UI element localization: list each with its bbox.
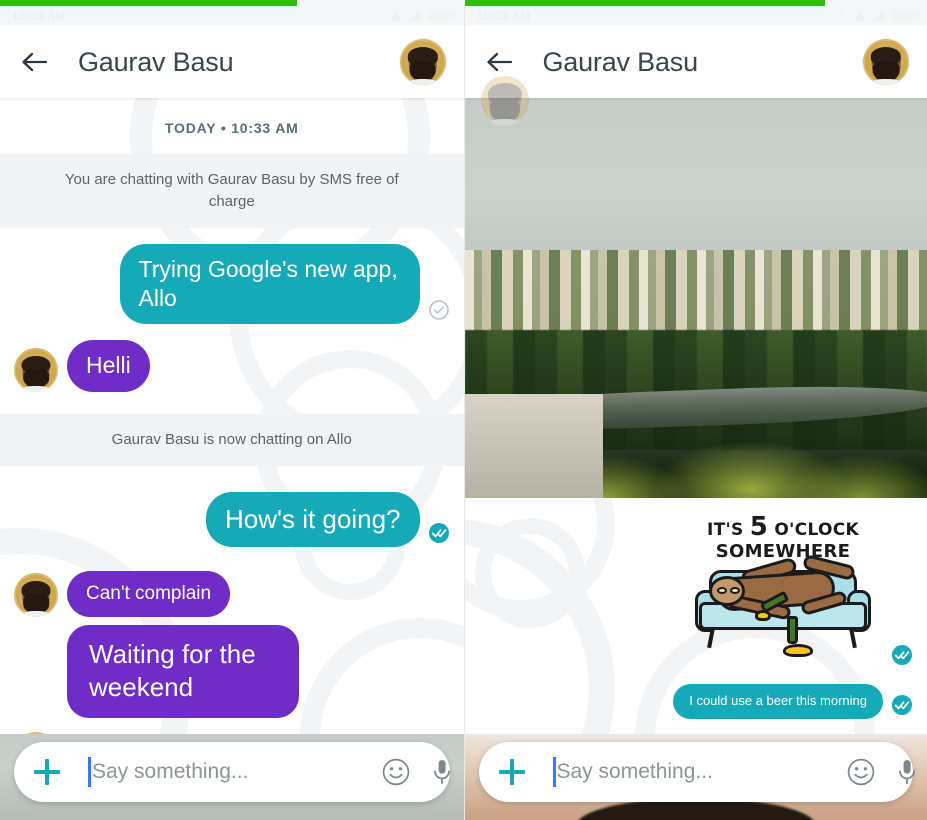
- message-bubble[interactable]: How's it going?: [206, 491, 420, 547]
- message-bubble[interactable]: Helli: [67, 340, 150, 392]
- beer-bottle: [787, 616, 798, 644]
- avatar[interactable]: [399, 39, 446, 85]
- sticker-caption-line2: SOMEWHERE: [715, 541, 851, 562]
- loading-progress-bar-left: [0, 0, 464, 6]
- status-icon-group: ⋮ 100%: [372, 9, 454, 22]
- receipt-delivered-icon: [891, 644, 913, 666]
- system-note-allo: Gaurav Basu is now chatting on Allo: [0, 413, 464, 466]
- message-row-sticker[interactable]: IT'S 5 O'CLOCK SOMEWHERE: [465, 512, 927, 672]
- page-title: Gaurav Basu: [542, 46, 699, 77]
- vibrate-icon: ⋮: [835, 9, 847, 22]
- phone-screen-right: 10:33 AM ⋮ 100% Gaurav Basu IT'S 5 O'CLO…: [464, 0, 927, 820]
- message-bubble[interactable]: I could use a beer this morning: [673, 684, 883, 719]
- conversation-right[interactable]: IT'S 5 O'CLOCK SOMEWHERE I could use a b…: [464, 98, 927, 820]
- status-icon-group: ⋮ 100%: [835, 9, 918, 22]
- conversation-timestamp: TODAY • 10:33 AM: [164, 120, 299, 136]
- sloth-head: [709, 576, 745, 606]
- message-row-outgoing[interactable]: I could use a beer this morning: [465, 684, 927, 719]
- microphone-icon[interactable]: [894, 757, 920, 787]
- page-title: Gaurav Basu: [78, 46, 234, 77]
- message-bubble[interactable]: Can't complain: [67, 570, 231, 618]
- avatar-artwork: [863, 39, 909, 85]
- composer-left: [0, 734, 464, 820]
- status-clock: 10:33 AM: [476, 9, 531, 23]
- photo-attachment[interactable]: [464, 98, 927, 498]
- message-row-incoming[interactable]: Helli: [0, 340, 464, 392]
- signal-icon: [872, 11, 884, 21]
- message-row-outgoing[interactable]: Trying Google's new app, Allo: [0, 243, 464, 325]
- progress-fill: [464, 0, 826, 6]
- composer-bar[interactable]: [478, 742, 915, 802]
- message-row-outgoing[interactable]: How's it going?: [0, 491, 464, 547]
- composer-right: [465, 734, 927, 820]
- sticker-caption: IT'S 5 O'CLOCK SOMEWHERE: [683, 514, 883, 561]
- message-input[interactable]: [556, 760, 828, 784]
- smiley-icon[interactable]: [846, 757, 876, 787]
- avatar[interactable]: [14, 347, 58, 392]
- progress-fill: [0, 0, 297, 6]
- microphone-icon[interactable]: [429, 757, 455, 787]
- status-clock: 10:33 AM: [12, 9, 66, 23]
- battery-icon: 100%: [890, 10, 918, 22]
- phone-screen-left: 10:33 AM ⋮ 100% Gaurav Basu TODAY • 10:3…: [0, 0, 464, 820]
- sticker-caption-number: 5: [749, 512, 769, 542]
- app-bar-right: Gaurav Basu: [464, 26, 927, 126]
- text-cursor: [88, 757, 91, 787]
- avatar[interactable]: [863, 39, 909, 85]
- avatar-artwork: [400, 39, 446, 85]
- wifi-icon: [390, 11, 403, 21]
- avatar[interactable]: [14, 573, 58, 618]
- wifi-icon: [853, 11, 866, 21]
- signal-icon: [409, 11, 421, 21]
- back-arrow-icon[interactable]: [483, 45, 517, 79]
- conversation-left[interactable]: TODAY • 10:33 AM You are chatting with G…: [0, 98, 464, 820]
- beer-spill: [783, 644, 813, 657]
- battery-icon: 100%: [427, 10, 454, 22]
- add-attachment-icon[interactable]: [497, 757, 527, 787]
- smiley-icon[interactable]: [381, 757, 411, 787]
- sticker-caption-pre: IT'S: [707, 520, 744, 540]
- text-cursor: [552, 757, 556, 787]
- system-note-sms: You are chatting with Gaurav Basu by SMS…: [0, 154, 464, 228]
- loading-progress-bar-right: [464, 0, 927, 6]
- sticker-five-oclock[interactable]: IT'S 5 O'CLOCK SOMEWHERE: [683, 512, 883, 672]
- vibrate-icon: ⋮: [372, 9, 384, 22]
- sticker-caption-post: O'CLOCK: [774, 520, 859, 540]
- message-bubble[interactable]: Waiting for the weekend: [67, 625, 299, 718]
- screenshot-pair: 10:33 AM ⋮ 100% Gaurav Basu TODAY • 10:3…: [0, 0, 927, 820]
- beer-spill: [755, 610, 771, 621]
- scrolled-avatar-artifact: [479, 74, 531, 126]
- message-input[interactable]: [92, 760, 363, 784]
- add-attachment-icon[interactable]: [32, 757, 62, 787]
- composer-bar[interactable]: [14, 742, 450, 802]
- message-bubble[interactable]: Trying Google's new app, Allo: [119, 243, 420, 325]
- back-arrow-icon[interactable]: [18, 45, 52, 79]
- app-bar-left: Gaurav Basu: [0, 26, 464, 98]
- message-row-incoming[interactable]: Can't complain: [0, 570, 464, 618]
- receipt-delivered-icon: [428, 522, 450, 544]
- receipt-delivered-icon: [891, 694, 913, 716]
- receipt-sent-icon: [428, 299, 450, 321]
- message-row-incoming[interactable]: Waiting for the weekend: [0, 625, 464, 718]
